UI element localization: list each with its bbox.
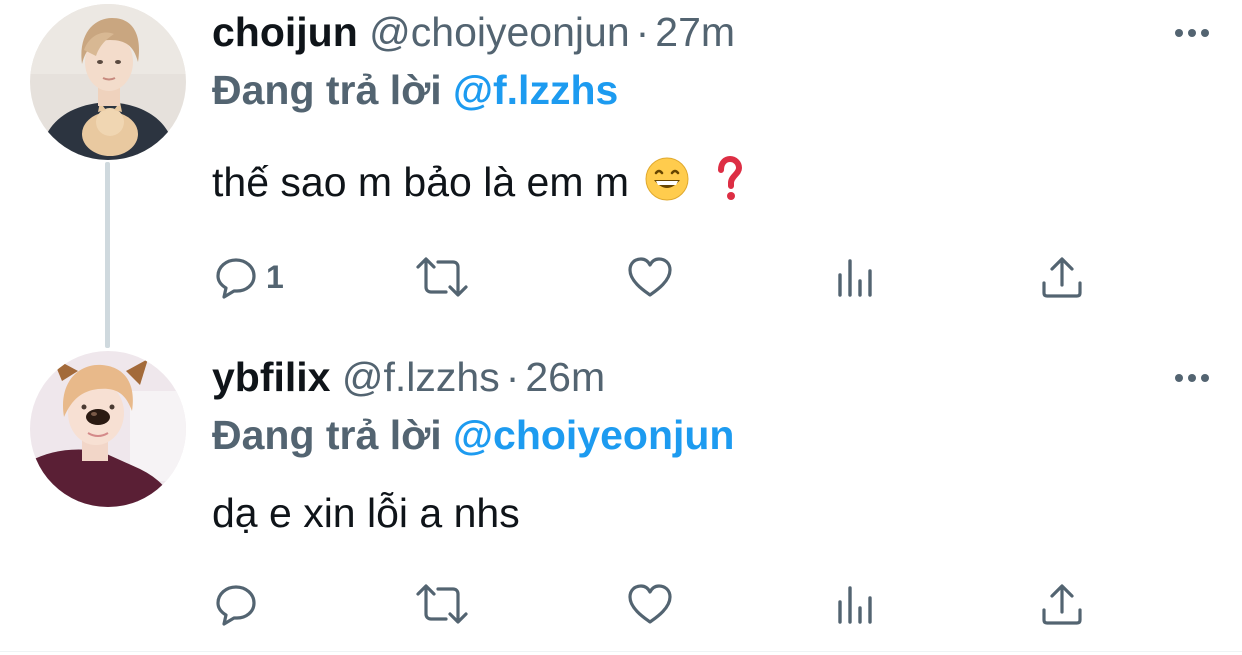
timestamp[interactable]: 27m	[655, 9, 735, 55]
replying-handle-link[interactable]: @f.lzzhs	[453, 67, 618, 113]
separator-dot: ·	[635, 9, 650, 55]
reply-bubble-icon	[214, 582, 258, 626]
heart-icon	[626, 255, 674, 299]
red-question-mark-emoji	[716, 155, 742, 213]
display-name[interactable]: ybfilix	[212, 354, 330, 400]
reply-button[interactable]	[214, 582, 266, 626]
avatar[interactable]	[30, 4, 186, 160]
retweet-icon	[414, 255, 470, 299]
replying-handle-link[interactable]: @choiyeonjun	[453, 412, 734, 458]
user-handle[interactable]: @choiyeonjun	[369, 9, 629, 55]
reply-button[interactable]: 1	[214, 255, 284, 299]
tweet-header: ybfilix @f.lzzhs · 26m	[212, 353, 605, 401]
tweet-actions	[214, 582, 1114, 626]
timestamp[interactable]: 26m	[525, 354, 605, 400]
tweet-body: thế sao m bảo là em m	[212, 159, 630, 205]
share-button[interactable]	[1040, 255, 1084, 299]
tweet-text: dạ e xin lỗi a nhs	[212, 488, 520, 538]
tweet-header: choijun @choiyeonjun · 27m	[212, 8, 735, 56]
retweet-icon	[414, 582, 470, 626]
reply-bubble-icon	[214, 255, 258, 299]
tweet[interactable]: ybfilix @f.lzzhs · 26m Đang trả lời @choiy…	[0, 345, 1242, 645]
replying-label: Đang trả lời	[212, 412, 442, 458]
replying-label: Đang trả lời	[212, 67, 442, 113]
reply-count: 1	[266, 258, 284, 295]
like-button[interactable]	[626, 582, 674, 626]
tweet[interactable]: choijun @choiyeonjun · 27m Đang trả lời @f…	[0, 0, 1242, 330]
replying-to: Đang trả lời @choiyeonjun	[212, 411, 734, 459]
heart-icon	[626, 582, 674, 626]
views-bar-icon	[834, 255, 878, 299]
replying-to: Đang trả lời @f.lzzhs	[212, 66, 618, 114]
tweet-actions: 1	[214, 255, 1114, 299]
share-icon	[1040, 255, 1084, 299]
views-button[interactable]	[834, 582, 878, 626]
more-dots-icon[interactable]	[1172, 363, 1212, 393]
views-button[interactable]	[834, 255, 878, 299]
divider	[0, 651, 1242, 652]
avatar[interactable]	[30, 351, 186, 507]
separator-dot: ·	[505, 354, 520, 400]
share-icon	[1040, 582, 1084, 626]
more-dots-icon[interactable]	[1172, 18, 1212, 48]
like-button[interactable]	[626, 255, 674, 299]
display-name[interactable]: choijun	[212, 9, 358, 55]
views-bar-icon	[834, 582, 878, 626]
tweet-body: dạ e xin lỗi a nhs	[212, 490, 520, 536]
retweet-button[interactable]	[414, 255, 470, 299]
grinning-face-emoji	[644, 156, 690, 213]
retweet-button[interactable]	[414, 582, 470, 626]
user-handle[interactable]: @f.lzzhs	[342, 354, 500, 400]
share-button[interactable]	[1040, 582, 1084, 626]
tweet-text: thế sao m bảo là em m	[212, 155, 742, 213]
